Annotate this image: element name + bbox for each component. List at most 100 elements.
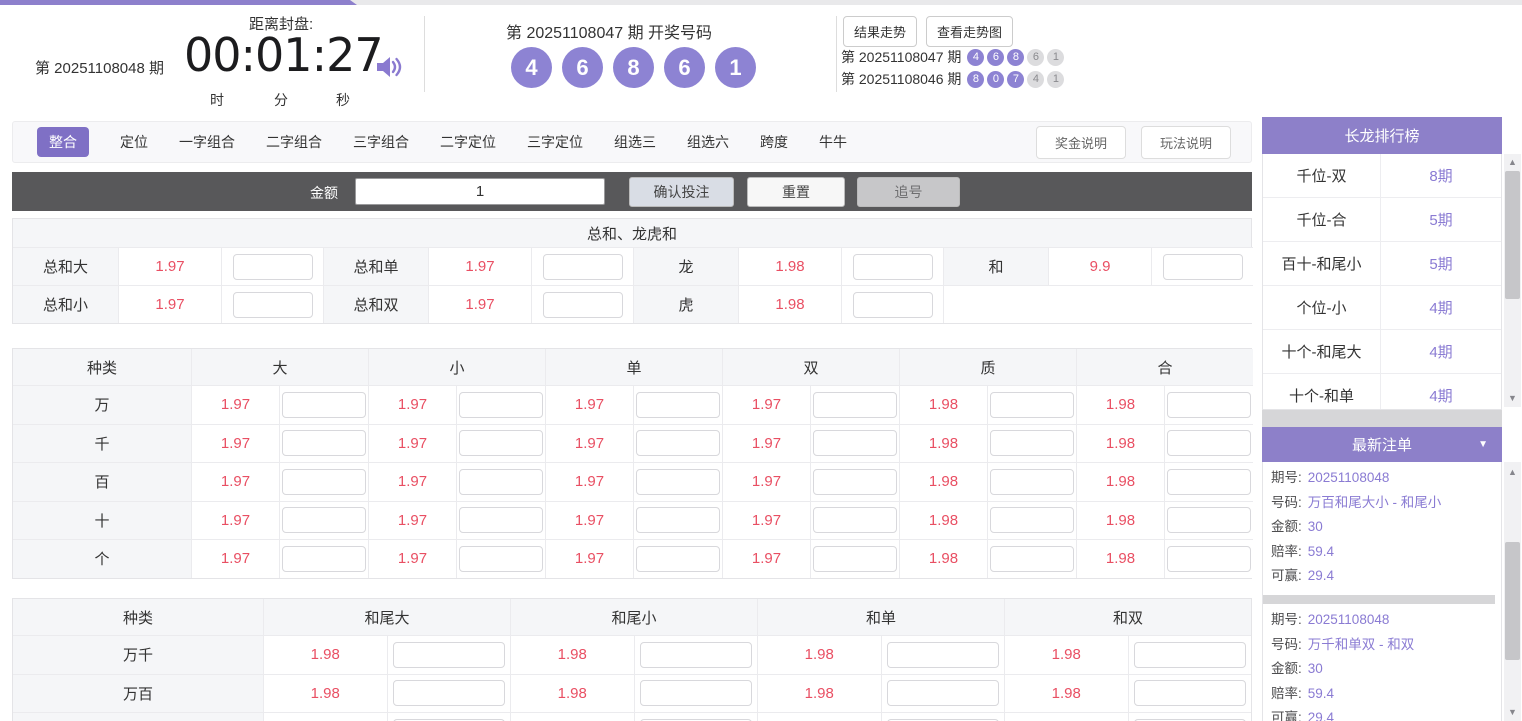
bet-input[interactable]	[990, 430, 1074, 456]
bet-input[interactable]	[282, 469, 366, 495]
bet-input[interactable]	[282, 546, 366, 572]
odds-cell: 1.97	[428, 285, 531, 323]
header-divider	[836, 16, 837, 92]
bet-input-cell	[1164, 539, 1253, 578]
orders-scrollbar[interactable]: ▲ ▼	[1504, 462, 1521, 721]
bet-input[interactable]	[636, 392, 720, 418]
confirm-bet-button[interactable]: 确认投注	[629, 177, 734, 207]
scroll-up-icon[interactable]: ▲	[1504, 464, 1521, 481]
bet-input[interactable]	[853, 254, 933, 280]
info-buttons: 奖金说明玩法说明	[1036, 126, 1251, 159]
bet-input[interactable]	[459, 546, 543, 572]
chase-number-button[interactable]: 追号	[857, 177, 960, 207]
bet-input[interactable]	[640, 680, 752, 706]
bet-input[interactable]	[282, 430, 366, 456]
amount-input[interactable]	[355, 178, 605, 205]
order-win: 可赢:29.4	[1271, 706, 1501, 721]
bet-input[interactable]	[853, 292, 933, 318]
bet-input[interactable]	[459, 392, 543, 418]
bet-input-cell	[387, 635, 511, 674]
bet-input[interactable]	[393, 680, 505, 706]
bet-input[interactable]	[990, 507, 1074, 533]
bet-input-cell	[634, 635, 758, 674]
bet-input[interactable]	[887, 642, 999, 668]
odds-cell: 1.97	[191, 462, 279, 501]
bet-input-cell	[387, 674, 511, 713]
tab-一字组合[interactable]: 一字组合	[179, 132, 235, 152]
row-label: 千	[13, 424, 191, 463]
bet-input[interactable]	[1167, 469, 1251, 495]
chevron-down-icon[interactable]: ▼	[1478, 439, 1488, 450]
odds-cell: 1.98	[1076, 424, 1164, 463]
bet-input[interactable]	[543, 292, 623, 318]
draw-ball: 1	[715, 47, 756, 88]
odds-value: 1.97	[155, 258, 184, 275]
bet-input[interactable]	[813, 469, 897, 495]
tab-三字组合[interactable]: 三字组合	[353, 132, 409, 152]
reset-button[interactable]: 重置	[747, 177, 845, 207]
info-button[interactable]: 玩法说明	[1141, 126, 1231, 159]
bet-input[interactable]	[233, 292, 313, 318]
bet-input[interactable]	[543, 254, 623, 280]
bet-input[interactable]	[813, 546, 897, 572]
odds-value: 1.98	[558, 685, 587, 702]
tab-组选三[interactable]: 组选三	[614, 132, 656, 152]
bet-input-cell	[633, 385, 722, 424]
bet-input[interactable]	[1167, 546, 1251, 572]
odds-cell: 1.97	[191, 424, 279, 463]
history-ball: 7	[1007, 71, 1024, 88]
bet-input[interactable]	[459, 507, 543, 533]
bet-input[interactable]	[282, 392, 366, 418]
bet-input[interactable]	[636, 469, 720, 495]
bet-input[interactable]	[1167, 392, 1251, 418]
bet-input[interactable]	[1167, 507, 1251, 533]
bet-input[interactable]	[233, 254, 313, 280]
order-period-value: 20251108048	[1308, 466, 1390, 491]
bet-input[interactable]	[459, 469, 543, 495]
bet-input[interactable]	[1167, 430, 1251, 456]
row-label: 万千	[13, 635, 263, 674]
bet-input[interactable]	[1134, 642, 1246, 668]
scroll-down-icon[interactable]: ▼	[1504, 704, 1521, 721]
tab-二字组合[interactable]: 二字组合	[266, 132, 322, 152]
speaker-icon[interactable]	[372, 50, 406, 84]
odds-value: 1.98	[1106, 512, 1135, 529]
bet-input[interactable]	[459, 430, 543, 456]
scrollbar-thumb[interactable]	[1505, 542, 1520, 660]
bet-input-cell	[456, 462, 545, 501]
bet-input-cell	[1128, 635, 1252, 674]
scroll-down-icon[interactable]: ▼	[1504, 390, 1521, 407]
bet-input[interactable]	[990, 469, 1074, 495]
bet-input[interactable]	[1134, 680, 1246, 706]
odds-cell: 1.98	[1076, 501, 1164, 540]
info-button[interactable]: 奖金说明	[1036, 126, 1126, 159]
bet-input[interactable]	[990, 546, 1074, 572]
tab-牛牛[interactable]: 牛牛	[819, 132, 847, 152]
bet-input[interactable]	[813, 507, 897, 533]
scroll-up-icon[interactable]: ▲	[1504, 154, 1521, 171]
bet-input[interactable]	[636, 430, 720, 456]
bet-input[interactable]	[282, 507, 366, 533]
bet-input[interactable]	[1163, 254, 1243, 280]
sum-table-body: 总和大1.97总和单1.97龙1.98和9.9总和小1.97总和双1.97虎1.…	[13, 247, 1251, 323]
bet-input[interactable]	[887, 680, 999, 706]
bet-input[interactable]	[636, 546, 720, 572]
tab-二字定位[interactable]: 二字定位	[440, 132, 496, 152]
table-row: 总和大1.97总和单1.97龙1.98和9.9	[13, 247, 1251, 285]
bet-input[interactable]	[990, 392, 1074, 418]
bet-input[interactable]	[813, 392, 897, 418]
trend-button[interactable]: 结果走势	[843, 16, 917, 47]
tab-整合[interactable]: 整合	[37, 127, 89, 157]
order-amount: 金额:30	[1271, 657, 1501, 682]
tab-定位[interactable]: 定位	[120, 132, 148, 152]
tab-跨度[interactable]: 跨度	[760, 132, 788, 152]
bet-input[interactable]	[813, 430, 897, 456]
trend-button[interactable]: 查看走势图	[926, 16, 1013, 47]
tab-组选六[interactable]: 组选六	[687, 132, 729, 152]
tab-三字定位[interactable]: 三字定位	[527, 132, 583, 152]
streak-scrollbar[interactable]: ▲ ▼	[1504, 154, 1521, 407]
bet-input[interactable]	[636, 507, 720, 533]
bet-input[interactable]	[640, 642, 752, 668]
bet-input[interactable]	[393, 642, 505, 668]
scrollbar-thumb[interactable]	[1505, 171, 1520, 299]
